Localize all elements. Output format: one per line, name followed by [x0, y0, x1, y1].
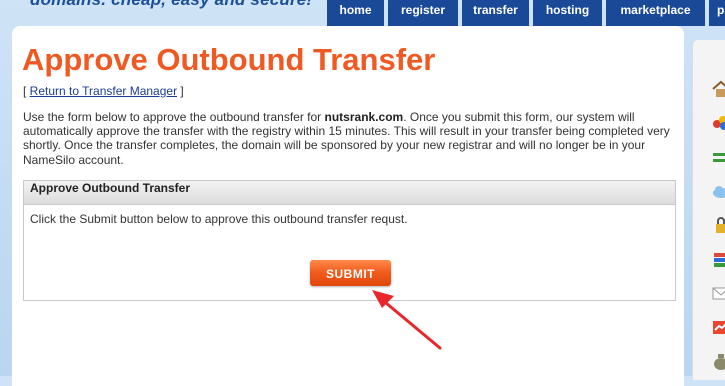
domain-name: nutsrank.com: [324, 110, 404, 124]
transfer-arrows-icon[interactable]: [711, 148, 725, 166]
nav-tab-more[interactable]: pr: [709, 0, 725, 26]
site-tagline: domains. cheap, easy and secure!: [30, 0, 312, 10]
panel-message: Click the Submit button below to approve…: [30, 212, 408, 226]
intro-paragraph: Use the form below to approve the outbou…: [23, 110, 675, 167]
mail-icon[interactable]: [711, 284, 725, 302]
approve-transfer-panel: Approve Outbound Transfer Click the Subm…: [23, 180, 676, 301]
return-to-transfer-manager-link[interactable]: Return to Transfer Manager: [30, 84, 177, 98]
nav-tab-register[interactable]: register: [388, 0, 458, 26]
intro-text-1: Use the form below to approve the outbou…: [23, 110, 325, 124]
main-content: Approve Outbound Transfer [ Return to Tr…: [12, 26, 684, 386]
stack-icon[interactable]: [711, 250, 725, 268]
money-bag-icon[interactable]: [711, 352, 725, 370]
return-bracket-open: [: [23, 84, 30, 98]
return-line: [ Return to Transfer Manager ]: [23, 84, 184, 98]
main-nav: home register transfer hosting marketpla…: [327, 0, 725, 26]
nav-tab-hosting[interactable]: hosting: [533, 0, 602, 26]
nav-tab-transfer[interactable]: transfer: [462, 0, 529, 26]
page-title: Approve Outbound Transfer: [22, 42, 436, 77]
lock-icon[interactable]: [711, 216, 725, 234]
right-sidebar: [692, 40, 725, 380]
nav-tab-home[interactable]: home: [327, 0, 384, 26]
return-bracket-close: ]: [177, 84, 184, 98]
panel-header: Approve Outbound Transfer: [24, 181, 675, 205]
home-icon[interactable]: [711, 80, 725, 98]
cloud-icon[interactable]: [711, 182, 725, 200]
chart-icon[interactable]: [711, 318, 725, 336]
annotation-arrow-icon: [372, 290, 442, 350]
domains-icon[interactable]: [711, 114, 725, 132]
nav-tab-marketplace[interactable]: marketplace: [606, 0, 705, 26]
